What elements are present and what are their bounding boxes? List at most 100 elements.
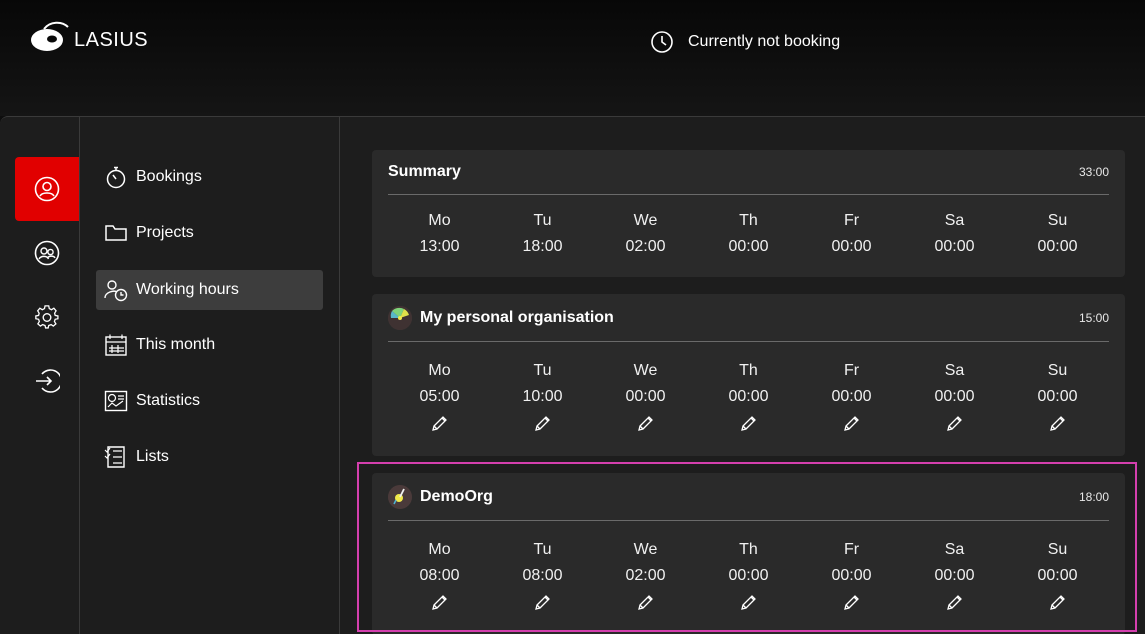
day-column: Sa 00:00 <box>903 537 1006 615</box>
pencil-icon[interactable] <box>534 589 552 615</box>
top-bar: LASIUS Currently not booking <box>0 0 1145 116</box>
summary-card-header: Summary 33:00 <box>388 150 1109 195</box>
pencil-icon[interactable] <box>946 410 964 436</box>
day-hours: 18:00 <box>522 238 563 255</box>
rail-logout-button[interactable] <box>15 349 79 413</box>
day-hours: 00:00 <box>934 238 975 255</box>
pencil-icon[interactable] <box>843 410 861 436</box>
day-hours: 00:00 <box>728 388 769 405</box>
day-label: Tu <box>533 541 552 558</box>
day-column: Su 00:00 <box>1006 537 1109 615</box>
pencil-icon[interactable] <box>431 589 449 615</box>
day-column: Sa 00:00 <box>903 358 1006 436</box>
clock-icon <box>651 31 673 53</box>
org-title: DemoOrg <box>388 484 493 509</box>
nav-item-this-month[interactable]: This month <box>96 325 323 365</box>
day-column: We 02:00 <box>594 537 697 615</box>
day-hours: 00:00 <box>831 238 872 255</box>
day-hours: 00:00 <box>1037 388 1078 405</box>
pencil-icon[interactable] <box>946 589 964 615</box>
pencil-icon[interactable] <box>431 410 449 436</box>
pencil-icon[interactable] <box>637 410 655 436</box>
booking-status-text: Currently not booking <box>688 33 841 50</box>
pencil-icon[interactable] <box>740 589 758 615</box>
pencil-icon[interactable] <box>740 410 758 436</box>
users-icon <box>34 240 60 266</box>
day-column: Fr 00:00 <box>800 358 903 436</box>
pencil-icon[interactable] <box>1049 410 1067 436</box>
day-column: Tu 08:00 <box>491 537 594 615</box>
nav-item-working-hours[interactable]: Working hours <box>96 270 323 310</box>
day-label: Su <box>1047 541 1068 558</box>
day-label: Sa <box>944 541 965 558</box>
day-label: Tu <box>533 212 552 229</box>
day-label: Th <box>739 212 758 229</box>
chart-report-icon <box>104 389 128 413</box>
day-column: Tu 10:00 <box>491 358 594 436</box>
day-label: Th <box>739 362 758 379</box>
logout-icon <box>36 369 60 393</box>
day-hours: 02:00 <box>625 567 666 584</box>
day-label: We <box>633 212 658 229</box>
day-label: Tu <box>533 362 552 379</box>
day-label: Su <box>1047 362 1068 379</box>
lasius-logo-icon <box>31 21 69 51</box>
gear-icon <box>35 305 59 329</box>
pencil-icon[interactable] <box>534 410 552 436</box>
day-column: Th 00:00 <box>697 358 800 436</box>
icon-rail <box>0 117 80 634</box>
logo[interactable]: LASIUS <box>30 20 148 54</box>
day-hours: 02:00 <box>625 238 666 255</box>
nav-item-label: Working hours <box>136 281 239 298</box>
working-hours-content: Summary 33:00 Mo 13:00 Tu 18:00 We 02:00 Th… <box>340 117 1145 634</box>
day-label: Fr <box>843 541 860 558</box>
org-days: Mo 08:00 Tu 08:00 We 02:00 Th 00:00 Fr 00:00 … <box>388 537 1109 615</box>
day-column: Fr 00:00 <box>800 537 903 615</box>
day-column: We 02:00 <box>594 208 697 260</box>
nav-item-label: Bookings <box>136 168 202 185</box>
day-hours: 10:00 <box>522 388 563 405</box>
nav-item-statistics[interactable]: Statistics <box>96 381 323 421</box>
org-avatar <box>388 305 412 330</box>
summary-days: Mo 13:00 Tu 18:00 We 02:00 Th 00:00 Fr 00:00 … <box>388 208 1109 260</box>
day-hours: 00:00 <box>934 388 975 405</box>
day-column: Tu 18:00 <box>491 208 594 260</box>
day-hours: 00:00 <box>728 238 769 255</box>
day-column: Th 00:00 <box>697 208 800 260</box>
org-days: Mo 05:00 Tu 10:00 We 00:00 Th 00:00 Fr 00:00 … <box>388 358 1109 436</box>
main-panel: Bookings Projects Working hours This mon… <box>0 116 1145 634</box>
rail-organisation-button[interactable] <box>15 221 79 285</box>
summary-total: 33:00 <box>1078 165 1109 179</box>
user-clock-icon <box>104 278 128 302</box>
rail-user-button[interactable] <box>15 157 79 221</box>
day-column: Mo 13:00 <box>388 208 491 260</box>
day-column: Mo 05:00 <box>388 358 491 436</box>
org-name: DemoOrg <box>420 487 493 505</box>
logo-text: LASIUS <box>74 28 149 51</box>
summary-title: Summary <box>388 163 461 180</box>
day-column: Fr 00:00 <box>800 208 903 260</box>
stopwatch-icon <box>104 165 128 189</box>
org-title: My personal organisation <box>388 305 614 330</box>
day-hours: 13:00 <box>419 238 460 255</box>
day-label: Su <box>1047 212 1068 229</box>
day-label: We <box>633 541 658 558</box>
org-card-personal: My personal organisation 15:00 Mo 05:00 T… <box>372 294 1125 456</box>
pencil-icon[interactable] <box>1049 589 1067 615</box>
org-card-demoorg: DemoOrg 18:00 Mo 08:00 Tu 08:00 We 02:00 Th… <box>372 473 1125 634</box>
pencil-icon[interactable] <box>637 589 655 615</box>
day-label: Mo <box>428 212 451 229</box>
day-column: We 00:00 <box>594 358 697 436</box>
nav-item-lists[interactable]: Lists <box>96 437 323 477</box>
day-hours: 05:00 <box>419 388 460 405</box>
day-label: Mo <box>428 541 451 558</box>
pencil-icon[interactable] <box>843 589 861 615</box>
calendar-icon <box>104 333 128 357</box>
rail-settings-button[interactable] <box>15 285 79 349</box>
nav-item-bookings[interactable]: Bookings <box>96 157 323 197</box>
day-label: Sa <box>944 362 965 379</box>
nav-item-projects[interactable]: Projects <box>96 213 323 253</box>
nav-item-label: Statistics <box>136 392 201 409</box>
day-column: Su 00:00 <box>1006 208 1109 260</box>
booking-status: Currently not booking <box>650 30 840 54</box>
